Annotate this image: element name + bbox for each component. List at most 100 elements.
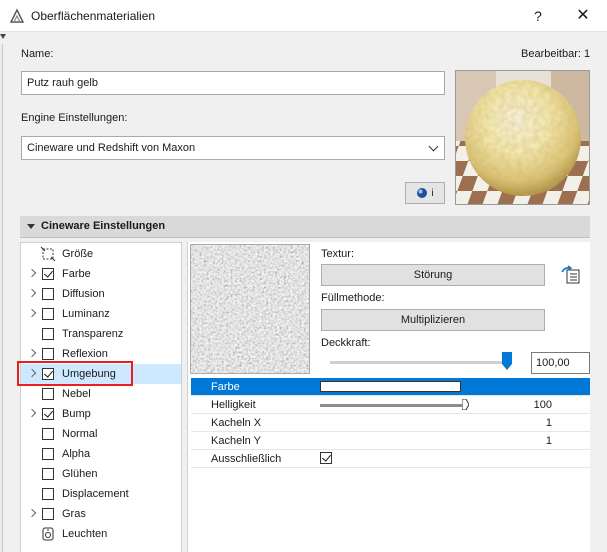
property-name: Ausschließlich	[211, 453, 282, 465]
texture-load-button[interactable]	[559, 264, 585, 288]
chevron-right-icon[interactable]	[27, 288, 37, 298]
channel-checkbox[interactable]	[42, 288, 54, 300]
channel-item[interactable]: Alpha	[21, 444, 181, 464]
fill-method-button[interactable]: Multiplizieren	[321, 309, 545, 331]
left-edge-panel	[0, 44, 3, 552]
chevron-right-icon[interactable]	[27, 268, 37, 278]
property-row[interactable]: Helligkeit 100	[191, 396, 590, 414]
channel-item[interactable]: Leuchten	[21, 524, 181, 544]
channel-label: Transparenz	[62, 328, 124, 340]
channel-item[interactable]: Bump	[21, 404, 181, 424]
title-bar: Oberflächenmaterialien ? ✕	[0, 0, 607, 32]
channel-item[interactable]: Luminanz	[21, 304, 181, 324]
channel-label: Alpha	[62, 448, 91, 460]
property-value[interactable]: 1	[546, 417, 552, 429]
channel-checkbox[interactable]	[42, 508, 54, 520]
opacity-label: Deckkraft:	[321, 337, 371, 349]
info-button-label: i	[431, 187, 434, 199]
name-input[interactable]: Putz rauh gelb	[21, 71, 445, 95]
channel-label: Farbe	[62, 268, 91, 280]
collapse-marker-icon[interactable]	[0, 34, 6, 39]
noise-texture-image	[191, 245, 309, 373]
light-icon	[42, 527, 54, 541]
editable-count-label: Bearbeitbar: 1	[521, 48, 591, 60]
engine-label: Engine Einstellungen:	[21, 112, 128, 124]
close-button[interactable]: ✕	[571, 4, 595, 28]
channel-label: Luminanz	[62, 308, 110, 320]
chevron-right-icon[interactable]	[27, 508, 37, 518]
channel-label: Glühen	[62, 468, 98, 480]
info-button[interactable]: i	[405, 182, 445, 204]
channel-checkbox[interactable]	[42, 348, 54, 360]
channel-item[interactable]: Diffusion	[21, 284, 181, 304]
opacity-slider-thumb[interactable]	[502, 352, 512, 370]
channel-item[interactable]: Displacement	[21, 484, 181, 504]
chevron-right-icon[interactable]	[27, 348, 37, 358]
channel-checkbox[interactable]	[42, 308, 54, 320]
channel-tree: Größe Farbe Diffusion Luminanz Transparenz Re…	[20, 242, 182, 552]
window-title: Oberflächenmaterialien	[31, 9, 156, 23]
load-texture-icon	[561, 265, 580, 284]
channel-item[interactable]: Nebel	[21, 384, 181, 404]
brightness-slider-thumb[interactable]	[462, 399, 469, 410]
color-swatch[interactable]	[320, 381, 461, 392]
channel-checkbox[interactable]	[42, 468, 54, 480]
channel-checkbox[interactable]	[42, 388, 54, 400]
texture-thumbnail[interactable]	[190, 244, 310, 374]
channel-label: Reflexion	[62, 348, 108, 360]
channel-label: Normal	[62, 428, 98, 440]
property-value[interactable]: 100	[534, 399, 552, 411]
property-name: Helligkeit	[211, 399, 256, 411]
cinema4d-icon	[417, 188, 428, 198]
highlight-outline	[17, 361, 133, 386]
opacity-input[interactable]: 100,00	[531, 352, 590, 374]
channel-checkbox[interactable]	[42, 448, 54, 460]
name-label: Name:	[21, 48, 54, 60]
channel-label: Bump	[62, 408, 91, 420]
exclusive-checkbox[interactable]	[320, 452, 332, 464]
chevron-down-icon	[428, 141, 439, 152]
channel-checkbox[interactable]	[42, 488, 54, 500]
property-name: Farbe	[211, 381, 240, 393]
channel-checkbox[interactable]	[42, 408, 54, 420]
channel-checkbox[interactable]	[42, 268, 54, 280]
channel-item[interactable]: Normal	[21, 424, 181, 444]
property-row[interactable]: Kacheln X 1	[191, 414, 590, 432]
preview-sphere-image	[456, 71, 589, 204]
channel-label: Leuchten	[62, 528, 108, 540]
property-row[interactable]: Ausschließlich	[191, 450, 590, 468]
material-preview	[455, 70, 590, 205]
property-name: Kacheln Y	[211, 435, 261, 447]
property-value[interactable]: 1	[546, 435, 552, 447]
property-row[interactable]: Farbe	[191, 378, 590, 396]
channel-item[interactable]: Größe	[21, 244, 181, 264]
engine-select[interactable]: Cineware und Redshift von Maxon	[21, 136, 445, 160]
channel-checkbox[interactable]	[42, 428, 54, 440]
brightness-slider[interactable]	[320, 404, 462, 407]
channel-label: Gras	[62, 508, 86, 520]
texture-button[interactable]: Störung	[321, 264, 545, 286]
channel-label: Nebel	[62, 388, 91, 400]
channel-label: Größe	[62, 248, 94, 260]
channel-item[interactable]: Glühen	[21, 464, 181, 484]
channel-item[interactable]: Gras	[21, 504, 181, 524]
channel-item[interactable]: Transparenz	[21, 324, 181, 344]
channel-checkbox[interactable]	[42, 328, 54, 340]
engine-select-value: Cineware und Redshift von Maxon	[27, 142, 196, 154]
archicad-app-icon	[9, 8, 25, 23]
chevron-right-icon[interactable]	[27, 308, 37, 318]
size-icon	[40, 246, 56, 262]
channel-label: Displacement	[62, 488, 129, 500]
opacity-slider-track[interactable]	[330, 361, 508, 364]
chevron-right-icon[interactable]	[27, 408, 37, 418]
property-name: Kacheln X	[211, 417, 262, 429]
channel-item[interactable]: Farbe	[21, 264, 181, 284]
collapse-triangle-icon	[27, 224, 35, 229]
channel-label: Diffusion	[62, 288, 105, 300]
fill-method-label: Füllmethode:	[321, 292, 385, 304]
property-row[interactable]: Kacheln Y 1	[191, 432, 590, 450]
cineware-section-header[interactable]: Cineware Einstellungen	[20, 216, 590, 238]
section-title: Cineware Einstellungen	[41, 220, 166, 232]
help-button[interactable]: ?	[526, 4, 550, 28]
texture-label: Textur:	[321, 248, 355, 260]
